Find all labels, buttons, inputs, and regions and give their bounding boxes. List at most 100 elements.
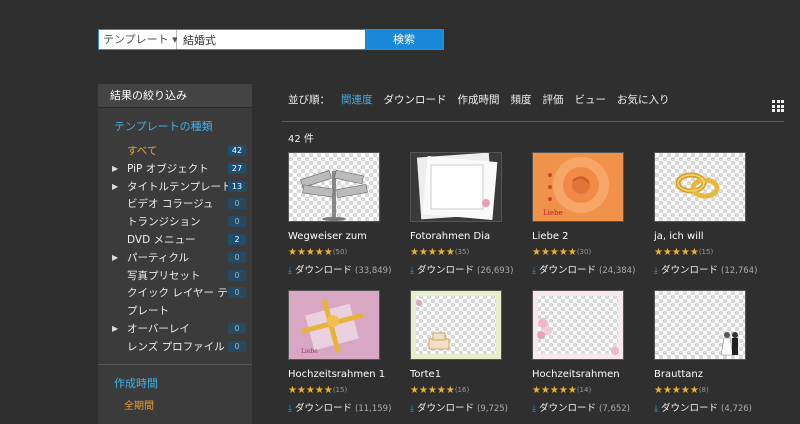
template-thumbnail[interactable] xyxy=(654,152,746,222)
sort-option[interactable]: 関連度 xyxy=(341,92,373,107)
sort-option[interactable]: 作成時間 xyxy=(458,92,500,107)
sidebar-item[interactable]: ▶ オーバーレイ 0 xyxy=(98,320,252,338)
sort-option[interactable]: 評価 xyxy=(543,92,564,107)
template-card[interactable]: Torte1 ★★★★★(16) ⤓ ダウンロード (9,725) xyxy=(410,290,530,414)
sort-option[interactable]: ダウンロード xyxy=(384,92,447,107)
sidebar-item-label: 写真プリセット xyxy=(127,269,201,282)
creation-time-heading[interactable]: 作成時間 xyxy=(98,365,252,397)
filter-header: 結果の絞り込み xyxy=(98,84,252,108)
sort-option[interactable]: お気に入り xyxy=(617,92,670,107)
download-link[interactable]: ⤓ ダウンロード (12,764) xyxy=(654,262,774,276)
period-all[interactable]: 全期間 xyxy=(98,397,252,412)
expand-arrow-icon[interactable]: ▶ xyxy=(112,320,118,338)
svg-text:Liebe: Liebe xyxy=(543,209,563,217)
template-card[interactable]: Hochzeitsrahmen ★★★★★(14) ⤓ ダウンロード (7,652) xyxy=(532,290,652,414)
star-rating: ★★★★★(16) xyxy=(410,385,470,396)
sidebar-item-label: オーバーレイ xyxy=(127,322,190,335)
template-title[interactable]: Hochzeitsrahmen xyxy=(532,369,652,380)
expand-arrow-icon[interactable]: ▶ xyxy=(112,178,118,196)
sidebar-item-label: タイトルテンプレート xyxy=(127,180,232,193)
template-title[interactable]: Fotorahmen Dia xyxy=(410,231,530,242)
template-title[interactable]: Torte1 xyxy=(410,369,530,380)
rating-count: (35) xyxy=(454,248,470,256)
template-title[interactable]: Hochzeitsrahmen 1 xyxy=(288,369,408,380)
count-badge: 0 xyxy=(228,216,246,228)
download-label: ダウンロード xyxy=(291,403,356,414)
sort-bar: 並び順： 関連度 ダウンロード 作成時間 頻度 評価 ビュー お気に入り xyxy=(288,92,670,107)
template-thumbnail[interactable] xyxy=(410,290,502,360)
rating-count: (30) xyxy=(576,248,592,256)
template-title[interactable]: Liebe 2 xyxy=(532,231,652,242)
count-badge: 0 xyxy=(228,269,246,281)
download-link[interactable]: ⤓ ダウンロード (24,384) xyxy=(532,262,652,276)
template-card[interactable]: Liebe Hochzeitsrahmen 1 ★★★★★(15) ⤓ ダウンロード … xyxy=(288,290,408,414)
sidebar-item-label: パーティクル xyxy=(127,251,190,264)
sidebar-item[interactable]: 写真プリセット 0 xyxy=(98,267,252,285)
template-thumbnail[interactable]: Liebe xyxy=(288,290,380,360)
sidebar-item[interactable]: トランジション 0 xyxy=(98,213,252,231)
download-label: ダウンロード xyxy=(657,403,722,414)
count-badge: 42 xyxy=(228,145,246,156)
sort-option[interactable]: 頻度 xyxy=(511,92,532,107)
download-link[interactable]: ⤓ ダウンロード (9,725) xyxy=(410,400,530,414)
rating-count: (14) xyxy=(576,386,592,394)
count-badge: 0 xyxy=(228,287,246,299)
download-count: (33,849) xyxy=(355,266,392,276)
sidebar-item[interactable]: クイック レイヤー テン 0 xyxy=(98,284,252,302)
download-link[interactable]: ⤓ ダウンロード (4,726) xyxy=(654,400,774,414)
sort-label: 並び順： xyxy=(288,94,330,106)
template-thumbnail[interactable] xyxy=(288,152,380,222)
sidebar-item[interactable]: ▶ PiP オブジェクト 27 xyxy=(98,160,252,178)
sidebar-item[interactable]: レンズ プロファイル 0 xyxy=(98,338,252,356)
star-rating: ★★★★★(50) xyxy=(288,247,348,258)
star-rating: ★★★★★(15) xyxy=(288,385,348,396)
count-badge: 27 xyxy=(228,162,246,174)
template-thumbnail[interactable] xyxy=(410,152,502,222)
search-bar: テンプレート ▾ 検索 xyxy=(98,29,444,50)
sidebar-item-label: トランジション xyxy=(127,216,201,229)
template-card[interactable]: ja, ich will ★★★★★(15) ⤓ ダウンロード (12,764) xyxy=(654,152,774,276)
count-badge: 2 xyxy=(228,233,246,245)
sidebar-item[interactable]: ▶ タイトルテンプレート 13 xyxy=(98,178,252,196)
star-rating: ★★★★★(30) xyxy=(532,247,592,258)
template-type-heading[interactable]: テンプレートの種類 xyxy=(98,108,252,142)
count-badge: 0 xyxy=(228,251,246,263)
sidebar-item[interactable]: DVD メニュー 2 xyxy=(98,231,252,249)
download-link[interactable]: ⤓ ダウンロード (26,693) xyxy=(410,262,530,276)
template-thumbnail[interactable] xyxy=(532,290,624,360)
expand-arrow-icon[interactable]: ▶ xyxy=(112,249,118,267)
template-title[interactable]: Brauttanz xyxy=(654,369,774,380)
sidebar-item[interactable]: ビデオ コラージュ 0 xyxy=(98,195,252,213)
expand-arrow-icon[interactable]: ▶ xyxy=(112,160,118,178)
sidebar-item-label: すべて xyxy=(127,145,158,157)
download-label: ダウンロード xyxy=(535,403,600,414)
download-link[interactable]: ⤓ ダウンロード (11,159) xyxy=(288,400,408,414)
search-input[interactable] xyxy=(177,30,365,49)
template-card[interactable]: Brauttanz ★★★★★(8) ⤓ ダウンロード (4,726) xyxy=(654,290,774,414)
star-rating: ★★★★★(8) xyxy=(654,385,709,396)
sidebar-item[interactable]: ▶ パーティクル 0 xyxy=(98,249,252,267)
search-button[interactable]: 検索 xyxy=(365,30,443,49)
grid-view-icon[interactable] xyxy=(772,100,784,112)
template-card[interactable]: Fotorahmen Dia ★★★★★(35) ⤓ ダウンロード (26,693) xyxy=(410,152,530,276)
rating-count: (50) xyxy=(332,248,348,256)
sort-option[interactable]: ビュー xyxy=(575,92,607,107)
template-thumbnail[interactable]: Liebe xyxy=(532,152,624,222)
sidebar-item-label: DVD メニュー xyxy=(127,233,196,246)
download-link[interactable]: ⤓ ダウンロード (7,652) xyxy=(532,400,652,414)
count-badge: 0 xyxy=(228,198,246,210)
download-label: ダウンロード xyxy=(291,265,356,276)
category-select[interactable]: テンプレート ▾ xyxy=(99,30,178,49)
template-card[interactable]: Wegweiser zum ★★★★★(50) ⤓ ダウンロード (33,849) xyxy=(288,152,408,276)
download-count: (4,726) xyxy=(721,404,752,414)
sidebar-item[interactable]: プレート xyxy=(98,302,252,320)
template-card[interactable]: Liebe Liebe 2 ★★★★★(30) ⤓ ダウンロード (24,384) xyxy=(532,152,652,276)
download-link[interactable]: ⤓ ダウンロード (33,849) xyxy=(288,262,408,276)
download-label: ダウンロード xyxy=(413,403,478,414)
download-label: ダウンロード xyxy=(413,265,478,276)
template-title[interactable]: Wegweiser zum xyxy=(288,231,408,242)
sidebar-item-label: プレート xyxy=(127,305,169,318)
sidebar-item[interactable]: すべて 42 xyxy=(98,142,252,160)
template-title[interactable]: ja, ich will xyxy=(654,231,774,242)
template-thumbnail[interactable] xyxy=(654,290,746,360)
